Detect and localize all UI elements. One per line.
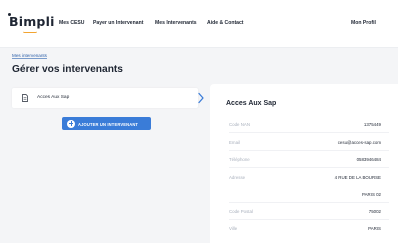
divider [229,219,389,220]
breadcrumb-mes-intervenants[interactable]: Mes intervenants [12,53,47,58]
nav-aide-contact[interactable]: Aide & Contact [207,20,244,26]
intervenant-detail-card: Acces Aux Sap Code NAN 1375449 Email ces… [210,84,398,243]
nav-payer-un-intervenant[interactable]: Payer un Intervenant [93,20,143,26]
add-intervenant-button[interactable]: AJOUTER UN INTERVENANT [62,117,151,130]
divider [229,150,389,151]
top-navigation-bar: Bimpli Mes CESU Payer un Intervenant Mes… [0,0,398,48]
divider [229,132,389,133]
field-value-code-nan: 1375449 [363,122,381,127]
logo-smile-mark [23,30,37,33]
detail-title: Acces Aux Sap [226,100,277,107]
chevron-right-icon[interactable] [197,92,205,104]
bimpli-logo[interactable]: Bimpli [9,14,55,29]
add-intervenant-label: AJOUTER UN INTERVENANT [78,121,139,127]
document-icon [22,94,28,102]
page-title: Gérer vos intervenants [12,64,123,75]
field-label-adresse: Adresse [229,175,246,180]
divider [229,167,389,168]
field-label-code-postal: Code Postal [229,209,253,214]
nav-mes-cesu[interactable]: Mes CESU [59,20,84,26]
field-label-code-nan: Code NAN [229,122,250,127]
nav-mes-intervenants[interactable]: Mes Intervenants [155,20,197,26]
field-value-email: cesu@acces-sap.com [337,140,381,145]
field-value-code-postal: 75002 [368,209,381,214]
field-value-telephone: 0583946484 [356,157,381,162]
field-label-email: Email [229,140,240,145]
field-label-ville: Ville [229,226,238,231]
divider [229,202,389,203]
nav-mon-profil[interactable]: Mon Profil [351,20,376,26]
intervenant-name: Acces Aux Sap [37,95,70,100]
intervenant-list-item[interactable]: Acces Aux Sap [12,88,204,108]
field-value-ville: PARIS [368,226,381,231]
plus-circle-icon [67,119,75,128]
field-label-telephone: Téléphone [229,157,250,162]
field-value-adresse-line1: 4 RUE DE LA BOURSE [334,175,381,180]
field-value-adresse-line2: PARIS 02 [362,192,381,197]
